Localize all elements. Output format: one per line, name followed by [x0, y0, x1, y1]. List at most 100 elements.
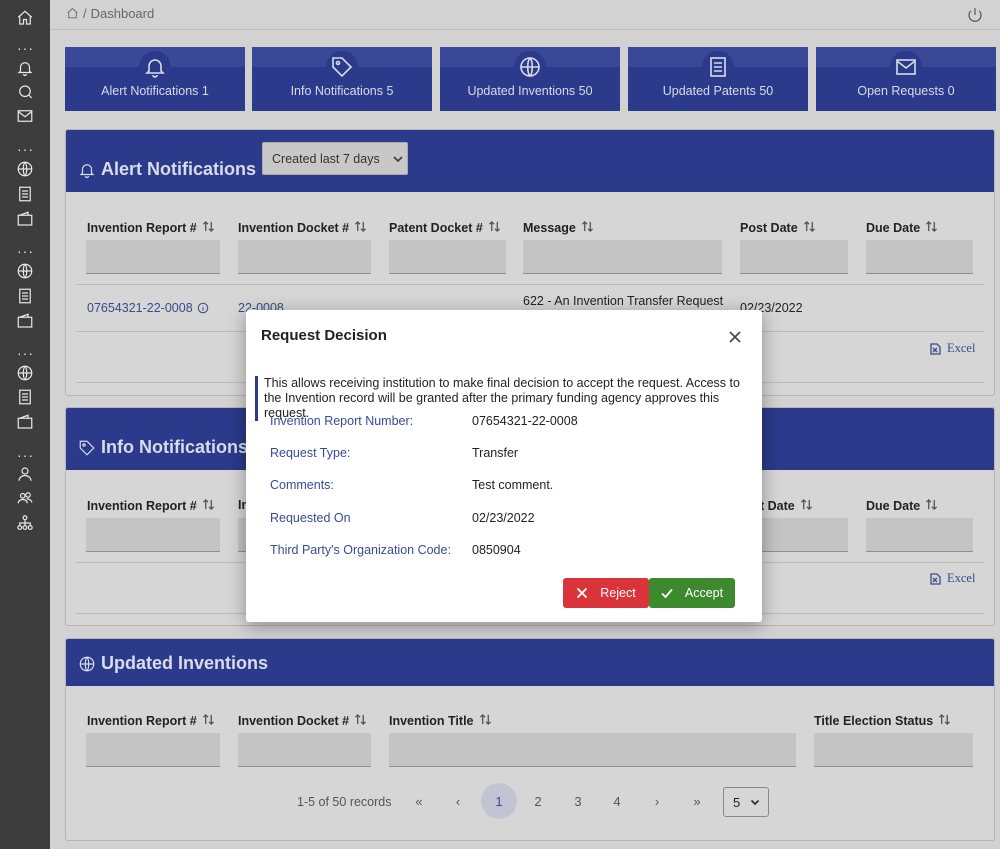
org-chart-icon[interactable]: [14, 512, 36, 534]
mail-icon: [890, 51, 922, 83]
sort-icon: [202, 220, 215, 236]
col-due-date[interactable]: Due Date: [866, 498, 938, 514]
field-value: 07654321-22-0008: [472, 414, 578, 428]
records-count: 1-5 of 50 records: [297, 795, 392, 809]
pager-next[interactable]: ›: [639, 783, 675, 819]
top-bar: / Dashboard: [50, 0, 1000, 30]
sort-icon: [354, 220, 367, 236]
pager-page-3[interactable]: 3: [560, 783, 596, 819]
filter-invention-title[interactable]: [389, 733, 796, 767]
tag-icon: [326, 51, 358, 83]
col-post-date[interactable]: Post Date: [740, 220, 816, 236]
table-row[interactable]: 07654321-22-0008: [87, 301, 209, 315]
col-patent-docket[interactable]: Patent Docket #: [389, 220, 501, 236]
accept-button[interactable]: Accept: [649, 578, 735, 608]
pager-page-2[interactable]: 2: [520, 783, 556, 819]
mail-icon[interactable]: [14, 105, 36, 127]
sort-icon: [800, 498, 813, 514]
menu-separator-dots: ···: [17, 447, 34, 463]
tile-alert-notifications[interactable]: Alert Notifications 1: [65, 47, 245, 111]
filter-invention-docket[interactable]: [238, 733, 371, 767]
globe-icon[interactable]: [14, 362, 36, 384]
date-filter-dropdown[interactable]: Created last 7 days: [262, 142, 408, 175]
filter-due-date[interactable]: [866, 518, 973, 552]
sort-icon: [202, 713, 215, 729]
filter-title-election-status[interactable]: [814, 733, 973, 767]
summary-tiles: Alert Notifications 1 Info Notifications…: [65, 47, 1000, 112]
user-icon[interactable]: [14, 463, 36, 485]
tag-icon: [79, 440, 95, 456]
field-value: 0850904: [472, 543, 521, 557]
chevron-down-icon: [751, 799, 760, 806]
col-invention-docket[interactable]: Invention Docket #: [238, 713, 367, 729]
pager-page-4[interactable]: 4: [599, 783, 635, 819]
menu-separator-dots: ···: [17, 40, 34, 56]
menu-separator-dots: ···: [17, 141, 34, 157]
export-excel-link[interactable]: Excel: [930, 341, 975, 356]
filter-post-date[interactable]: [740, 240, 848, 274]
tile-open-requests[interactable]: Open Requests 0: [816, 47, 996, 111]
filter-invention-report[interactable]: [86, 240, 220, 274]
filter-patent-docket[interactable]: [389, 240, 506, 274]
globe-icon[interactable]: [14, 158, 36, 180]
breadcrumb-current: Dashboard: [90, 6, 155, 21]
pager-last[interactable]: »: [679, 783, 715, 819]
col-invention-report[interactable]: Invention Report #: [87, 713, 215, 729]
field-label: Request Type:: [270, 446, 351, 460]
filter-invention-docket[interactable]: [238, 240, 371, 274]
panel-title: Alert Notifications: [78, 159, 256, 180]
filter-invention-report[interactable]: [86, 733, 220, 767]
tile-updated-inventions[interactable]: Updated Inventions 50: [440, 47, 620, 111]
filter-due-date[interactable]: [866, 240, 973, 274]
message-cell: 622 - An Invention Transfer Request: [523, 294, 724, 308]
col-invention-title[interactable]: Invention Title: [389, 713, 492, 729]
pager-prev[interactable]: ‹: [440, 783, 476, 819]
reject-button[interactable]: Reject: [563, 578, 649, 608]
col-invention-report[interactable]: Invention Report #: [87, 220, 215, 236]
menu-separator-dots: ···: [17, 345, 34, 361]
sort-icon: [354, 713, 367, 729]
wallet-icon[interactable]: [14, 208, 36, 230]
bell-icon[interactable]: [14, 57, 36, 79]
panel-title: Info Notifications: [78, 437, 248, 458]
info-icon[interactable]: [197, 302, 209, 314]
sort-icon: [202, 498, 215, 514]
search-chat-icon[interactable]: [14, 81, 36, 103]
globe-icon[interactable]: [14, 260, 36, 282]
filter-message[interactable]: [523, 240, 722, 274]
col-message[interactable]: Message: [523, 220, 594, 236]
field-value: 02/23/2022: [472, 511, 535, 525]
filter-invention-report[interactable]: [86, 518, 220, 552]
document-icon[interactable]: [14, 183, 36, 205]
col-title-election-status[interactable]: Title Election Status: [814, 713, 951, 729]
home-icon[interactable]: [14, 7, 36, 29]
users-icon[interactable]: [14, 487, 36, 509]
pager-page-1[interactable]: 1: [481, 783, 517, 819]
tile-info-notifications[interactable]: Info Notifications 5: [252, 47, 432, 111]
field-label: Requested On: [270, 511, 351, 525]
col-due-date[interactable]: Due Date: [866, 220, 938, 236]
wallet-icon[interactable]: [14, 310, 36, 332]
home-icon[interactable]: [66, 7, 79, 20]
tile-updated-patents[interactable]: Updated Patents 50: [628, 47, 808, 111]
document-icon[interactable]: [14, 386, 36, 408]
power-icon[interactable]: [966, 6, 986, 26]
wallet-icon[interactable]: [14, 411, 36, 433]
request-decision-modal: Request Decision This allows receiving i…: [246, 310, 762, 622]
pager-first[interactable]: «: [401, 783, 437, 819]
col-invention-docket[interactable]: Invention Docket #: [238, 220, 367, 236]
export-excel-link[interactable]: Excel: [930, 571, 975, 586]
bell-icon: [139, 51, 171, 83]
sort-icon: [581, 220, 594, 236]
close-icon: [577, 587, 588, 599]
excel-icon: [930, 572, 941, 585]
page-size-select[interactable]: 5: [723, 787, 769, 817]
close-icon[interactable]: [728, 330, 742, 344]
excel-icon: [930, 342, 941, 355]
field-value: Test comment.: [472, 478, 554, 492]
document-icon[interactable]: [14, 285, 36, 307]
sort-icon: [479, 713, 492, 729]
col-invention-report[interactable]: Invention Report #: [87, 498, 215, 514]
bell-icon: [79, 163, 95, 178]
field-label: Comments:: [270, 478, 334, 492]
